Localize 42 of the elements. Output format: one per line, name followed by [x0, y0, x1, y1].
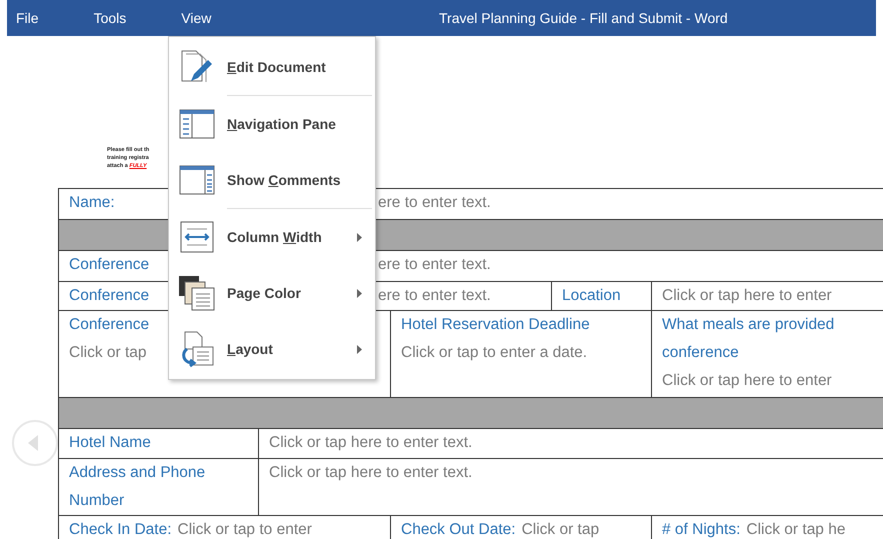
field-label: Check Out Date: — [401, 521, 516, 538]
field-label: # of Nights: — [662, 521, 740, 538]
menu-item[interactable]: Page Color — [169, 265, 375, 321]
submenu-arrow-icon — [357, 232, 363, 242]
field-label: conference — [662, 344, 739, 361]
field-label: Check In Date: — [69, 521, 172, 538]
submenu-arrow-icon — [357, 288, 363, 298]
submenu-arrow-icon — [357, 344, 363, 354]
menu-item[interactable]: View — [172, 8, 220, 28]
placeholder-text[interactable]: Click or tap here to enter — [662, 372, 832, 389]
menu-item[interactable]: Navigation Pane — [169, 96, 375, 152]
page-color-icon — [177, 273, 217, 313]
menu-item[interactable]: File — [7, 8, 48, 28]
placeholder-text[interactable]: Click or tap — [69, 344, 147, 361]
window-title: Travel Planning Guide - Fill and Submit - Word — [439, 8, 728, 28]
placeholder-text[interactable]: Click or tap here to enter — [662, 287, 832, 304]
placeholder-text[interactable]: ere to enter text. — [378, 256, 491, 273]
placeholder-text[interactable]: Click or tap to enter a date. — [401, 344, 588, 361]
field-label: Name: — [69, 194, 115, 211]
placeholder-text[interactable]: Click or tap here to enter text. — [269, 464, 472, 481]
menu-item[interactable]: Column Width — [169, 209, 375, 265]
menu-item[interactable]: Layout — [169, 321, 375, 377]
placeholder-text[interactable]: ere to enter text. — [378, 287, 491, 304]
menu-item[interactable]: Edit Document — [169, 39, 375, 95]
back-arrow-icon — [27, 434, 39, 452]
field-label: Conference — [69, 316, 150, 333]
placeholder-text[interactable]: ere to enter text. — [378, 194, 491, 211]
placeholder-text[interactable]: Click or tap here to enter text. — [269, 434, 472, 451]
field-label: Hotel Reservation Deadline — [401, 316, 590, 333]
menu-item[interactable]: Show Comments — [169, 152, 375, 208]
field-label: Location — [562, 287, 621, 304]
placeholder-text[interactable]: Click or tap — [522, 521, 600, 538]
placeholder-text[interactable]: Click or tap he — [746, 521, 846, 538]
field-label: Conference — [69, 287, 150, 304]
field-label: Number — [69, 492, 124, 509]
field-label: Address and Phone — [69, 464, 206, 481]
field-label: What meals are provided — [662, 316, 834, 333]
field-label: Hotel Name — [69, 434, 151, 451]
menu-item[interactable]: Tools — [84, 8, 136, 28]
placeholder-text[interactable]: Click or tap to enter — [178, 521, 312, 538]
back-button[interactable] — [12, 420, 58, 466]
field-label: Conference — [69, 256, 150, 273]
